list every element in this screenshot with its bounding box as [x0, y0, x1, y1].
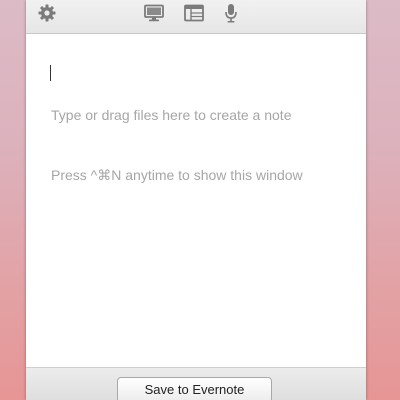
- placeholder-line-shortcut: Press ^⌘N anytime to show this window: [51, 167, 303, 183]
- toolbar: [26, 0, 366, 34]
- note-placeholder: Type or drag files here to create a note…: [51, 65, 303, 225]
- gear-icon[interactable]: [35, 2, 59, 24]
- quick-note-panel: Type or drag files here to create a note…: [26, 0, 366, 400]
- note-input-area[interactable]: Type or drag files here to create a note…: [26, 34, 366, 367]
- microphone-icon[interactable]: [219, 2, 243, 24]
- display-icon[interactable]: [142, 2, 166, 24]
- window-capture-icon[interactable]: [182, 2, 206, 24]
- save-to-evernote-button[interactable]: Save to Evernote: [117, 377, 272, 400]
- bottom-bar: Save to Evernote: [26, 367, 366, 400]
- placeholder-line-create: Type or drag files here to create a note: [51, 107, 292, 123]
